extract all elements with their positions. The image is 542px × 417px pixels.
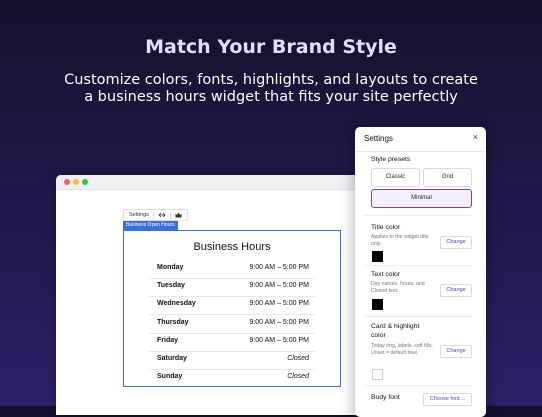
toolbar-divider (152, 211, 154, 219)
hours-row: Sunday Closed (149, 369, 315, 387)
business-hours-widget[interactable]: Business Hours Monday 9:00 AM – 5:00 PM … (123, 230, 341, 387)
day-name: Thursday (157, 319, 189, 326)
hours-value: 9:00 AM – 5:00 PM (249, 337, 309, 344)
settings-panel-title: Settings (364, 134, 393, 143)
hours-value: 9:00 AM – 5:00 PM (249, 264, 309, 271)
browser-titlebar (56, 175, 376, 190)
title-color-label: Title color (371, 224, 401, 231)
section-divider (364, 265, 472, 266)
text-color-label: Text color (371, 271, 401, 278)
preset-classic-button[interactable]: Classic (371, 168, 420, 187)
section-divider (364, 215, 472, 216)
style-presets-label: Style presets (371, 156, 411, 163)
day-name: Friday (157, 337, 179, 344)
hours-row: Tuesday 9:00 AM – 5:00 PM (149, 278, 315, 297)
hours-row: Saturday Closed (149, 351, 315, 370)
text-color-description: Day names, hours, and Closed text. (371, 281, 425, 294)
widget-toolbar: Settings (123, 209, 188, 221)
close-window-dot[interactable] (64, 179, 70, 185)
widget-tag: Business Open Hours (123, 221, 178, 230)
day-name: Monday (157, 264, 184, 271)
hours-value: Closed (287, 373, 309, 380)
hours-row: Wednesday 9:00 AM – 5:00 PM (149, 296, 315, 315)
hours-row: Thursday 9:00 AM – 5:00 PM (149, 315, 315, 334)
preset-minimal-button[interactable]: Minimal (371, 189, 472, 208)
settings-button[interactable]: Settings (127, 212, 151, 218)
toolbar-divider (169, 211, 171, 219)
crown-icon[interactable] (173, 212, 184, 218)
body-font-label: Body font (371, 394, 400, 401)
hours-value: 9:00 AM – 5:00 PM (249, 319, 309, 326)
choose-font-button[interactable]: Choose font… (423, 393, 472, 406)
hours-value: 9:00 AM – 5:00 PM (249, 282, 309, 289)
widget-title: Business Hours (193, 241, 271, 253)
hours-row: Monday 9:00 AM – 5:00 PM (149, 260, 315, 279)
card-highlight-color-description: Today ring, labels, soft fills. Unset = … (371, 343, 433, 356)
title-color-swatch[interactable] (372, 251, 383, 262)
card-highlight-color-label-line-1: Card & highlight (371, 323, 420, 330)
headline: Match Your Brand Style (145, 36, 397, 58)
day-name: Tuesday (157, 282, 185, 289)
maximize-window-dot[interactable] (82, 179, 88, 185)
section-divider (364, 316, 472, 317)
day-name: Saturday (157, 355, 187, 362)
title-color-description: Applies to the widget title only. (371, 234, 429, 247)
text-color-change-button[interactable]: Change (440, 284, 472, 297)
day-name: Wednesday (157, 300, 196, 307)
card-highlight-color-swatch[interactable] (372, 369, 383, 380)
hours-row: Friday 9:00 AM – 5:00 PM (149, 333, 315, 352)
swap-icon[interactable] (156, 212, 168, 218)
section-divider (364, 385, 472, 386)
subheadline: Customize colors, fonts, highlights, and… (0, 72, 542, 106)
title-color-change-button[interactable]: Change (440, 236, 472, 249)
hours-value: 9:00 AM – 5:00 PM (249, 300, 309, 307)
settings-panel-header: Settings × (355, 127, 486, 152)
close-icon[interactable]: × (473, 132, 478, 142)
hours-value: Closed (287, 355, 309, 362)
preset-grid-button[interactable]: Grid (423, 168, 472, 187)
subheadline-line-2: a business hours widget that fits your s… (84, 89, 458, 105)
minimize-window-dot[interactable] (73, 179, 79, 185)
text-color-swatch[interactable] (372, 299, 383, 310)
card-highlight-color-change-button[interactable]: Change (440, 345, 472, 358)
day-name: Sunday (157, 373, 183, 380)
card-highlight-color-label-line-2: color (371, 332, 386, 339)
subheadline-line-1: Customize colors, fonts, highlights, and… (64, 72, 478, 88)
